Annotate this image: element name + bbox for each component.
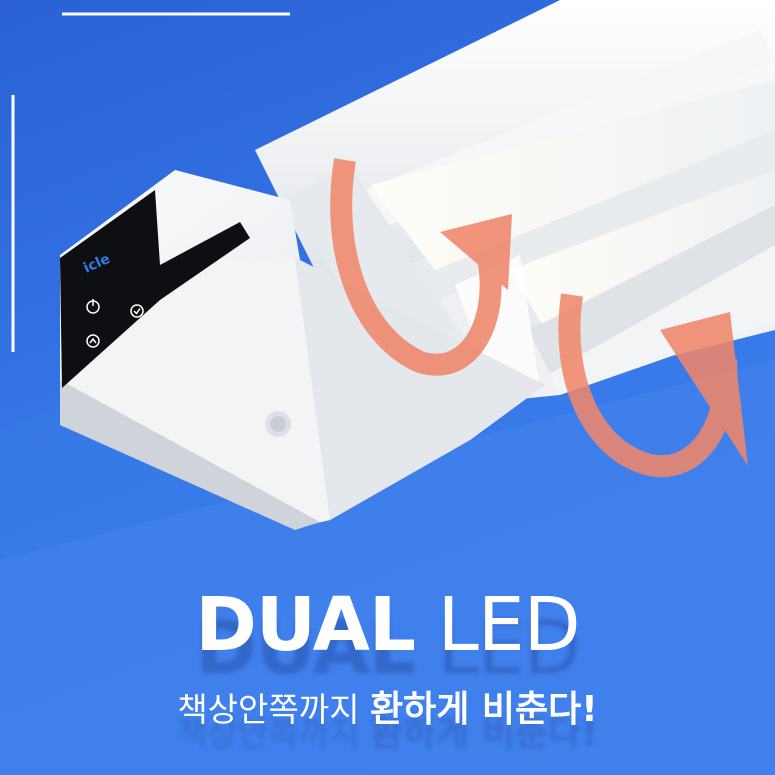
subtitle-bold: 환하게 비춘다! (370, 689, 598, 730)
subtitle: 책상안쪽까지 환하게 비춘다! (0, 688, 775, 732)
headline-light: LED (437, 582, 581, 668)
product-banner: icle DUAL LED DUAL LED 책상안쪽까지 환하게 비춘다! 책… (0, 0, 775, 775)
headline-bold: DUAL (195, 582, 416, 668)
headline: DUAL LED (0, 585, 775, 665)
subtitle-regular: 책상안쪽까지 (177, 690, 360, 729)
